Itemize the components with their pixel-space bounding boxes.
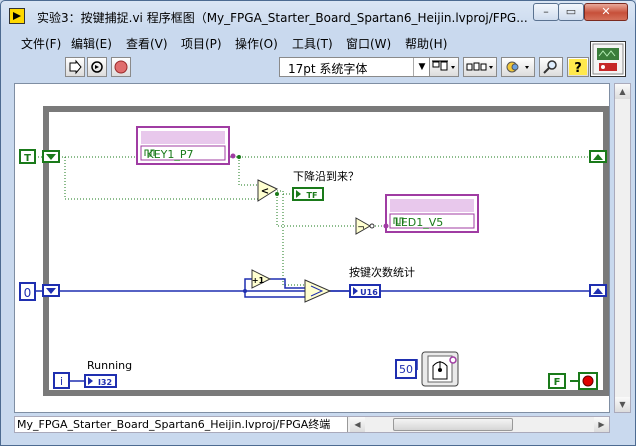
svg-text:TF: TF	[307, 191, 318, 200]
svg-text:U16: U16	[360, 288, 378, 297]
vertical-scrollbar[interactable]: ▲ ▼	[614, 83, 631, 413]
running-label: Running	[87, 359, 132, 372]
toolbar: 17pt 系统字体 ▼ ?	[9, 55, 589, 81]
shift-register-left-numeric[interactable]	[42, 284, 60, 297]
select-function[interactable]	[304, 279, 332, 303]
svg-text:¬: ¬	[357, 223, 365, 233]
wait-ms-constant[interactable]: 50	[395, 359, 417, 379]
window-title: 实验3：按键捕捉.vi 程序框图（My_FPGA_Starter_Board_S…	[37, 11, 527, 25]
bool-constant-true[interactable]: T	[19, 149, 36, 164]
svg-text:T: T	[24, 153, 31, 164]
svg-text:i: i	[60, 375, 63, 388]
less-than-function[interactable]: <	[257, 179, 279, 202]
menu-bar: 文件(F) 编辑(E) 查看(V) 项目(P) 操作(O) 工具(T) 窗口(W…	[9, 33, 589, 53]
menu-operate[interactable]: 操作(O)	[235, 35, 278, 52]
block-diagram-icon	[9, 8, 25, 24]
not-function[interactable]: ¬	[355, 217, 375, 235]
scroll-down-icon[interactable]: ▼	[615, 397, 630, 412]
menu-project[interactable]: 项目(P)	[181, 35, 222, 52]
close-button[interactable]: ✕	[584, 3, 628, 21]
menu-edit[interactable]: 编辑(E)	[71, 35, 112, 52]
minimize-button[interactable]: –	[533, 3, 559, 21]
svg-text:F: F	[554, 377, 561, 388]
running-indicator[interactable]: I32	[84, 374, 117, 388]
abort-icon[interactable]	[111, 57, 131, 77]
font-selector[interactable]: 17pt 系统字体 ▼	[279, 57, 431, 77]
count-label: 按键次数统计	[349, 265, 415, 279]
reorder-icon[interactable]	[501, 57, 535, 77]
block-diagram-canvas[interactable]: T 0 KEY1_P7 < 下降沿到来？ TF ¬ LED1_V5 +1 按键次…	[14, 83, 610, 413]
svg-text:0: 0	[24, 286, 32, 300]
io-node-key1[interactable]: KEY1_P7	[136, 126, 236, 165]
title-bar[interactable]: 实验3：按键捕捉.vi 程序框图（My_FPGA_Starter_Board_S…	[1, 1, 635, 33]
menu-tools[interactable]: 工具(T)	[292, 35, 333, 52]
increment-function[interactable]: +1	[251, 269, 272, 289]
align-icon[interactable]	[429, 57, 459, 77]
horizontal-scroll-thumb[interactable]	[393, 418, 513, 431]
vi-connector-icon[interactable]	[590, 41, 626, 77]
wait-function-icon[interactable]	[421, 351, 459, 387]
falling-edge-indicator[interactable]: TF	[292, 187, 324, 201]
project-path: My_FPGA_Starter_Board_Spartan6_Heijin.lv…	[15, 417, 348, 432]
menu-view[interactable]: 查看(V)	[126, 35, 168, 52]
scroll-right-icon[interactable]: ▶	[594, 417, 609, 432]
count-indicator[interactable]: U16	[349, 284, 381, 298]
svg-text:?: ?	[574, 61, 582, 76]
restore-button[interactable]: ▭	[558, 3, 584, 21]
iteration-terminal[interactable]: i	[53, 372, 70, 389]
run-continuously-icon[interactable]	[87, 57, 107, 77]
svg-text:+1: +1	[252, 276, 265, 285]
bool-constant-false[interactable]: F	[548, 373, 566, 389]
shift-register-left-bool[interactable]	[42, 150, 60, 163]
shift-register-right-numeric[interactable]	[589, 284, 607, 297]
svg-text:<: <	[261, 186, 269, 197]
menu-window[interactable]: 窗口(W)	[346, 35, 391, 52]
status-scroll-bar: My_FPGA_Starter_Board_Spartan6_Heijin.lv…	[14, 416, 610, 433]
block-diagram: T 0 KEY1_P7 < 下降沿到来？ TF ¬ LED1_V5 +1 按键次…	[19, 106, 609, 396]
loop-stop-terminal[interactable]	[578, 372, 598, 390]
shift-register-right-bool[interactable]	[589, 150, 607, 163]
falling-edge-label: 下降沿到来？	[293, 169, 359, 183]
labview-window: 实验3：按键捕捉.vi 程序框图（My_FPGA_Starter_Board_S…	[0, 0, 636, 446]
svg-text:I32: I32	[98, 378, 112, 387]
numeric-constant-zero[interactable]: 0	[19, 282, 36, 301]
search-icon[interactable]	[539, 57, 563, 77]
run-arrow-icon[interactable]	[65, 57, 85, 77]
while-loop-frame	[43, 106, 609, 396]
svg-text:50: 50	[399, 363, 413, 376]
menu-help[interactable]: 帮助(H)	[405, 35, 447, 52]
svg-text:KEY1_P7: KEY1_P7	[146, 148, 193, 161]
distribute-icon[interactable]	[463, 57, 497, 77]
io-node-led1[interactable]: LED1_V5	[383, 194, 479, 233]
menu-file[interactable]: 文件(F)	[21, 35, 61, 52]
scroll-up-icon[interactable]: ▲	[615, 84, 630, 99]
help-icon[interactable]: ?	[567, 57, 589, 77]
font-selector-value: 17pt 系统字体	[288, 62, 368, 76]
scroll-left-icon[interactable]: ◀	[350, 417, 365, 432]
chevron-down-icon: ▼	[413, 58, 430, 76]
svg-text:LED1_V5: LED1_V5	[395, 216, 444, 229]
